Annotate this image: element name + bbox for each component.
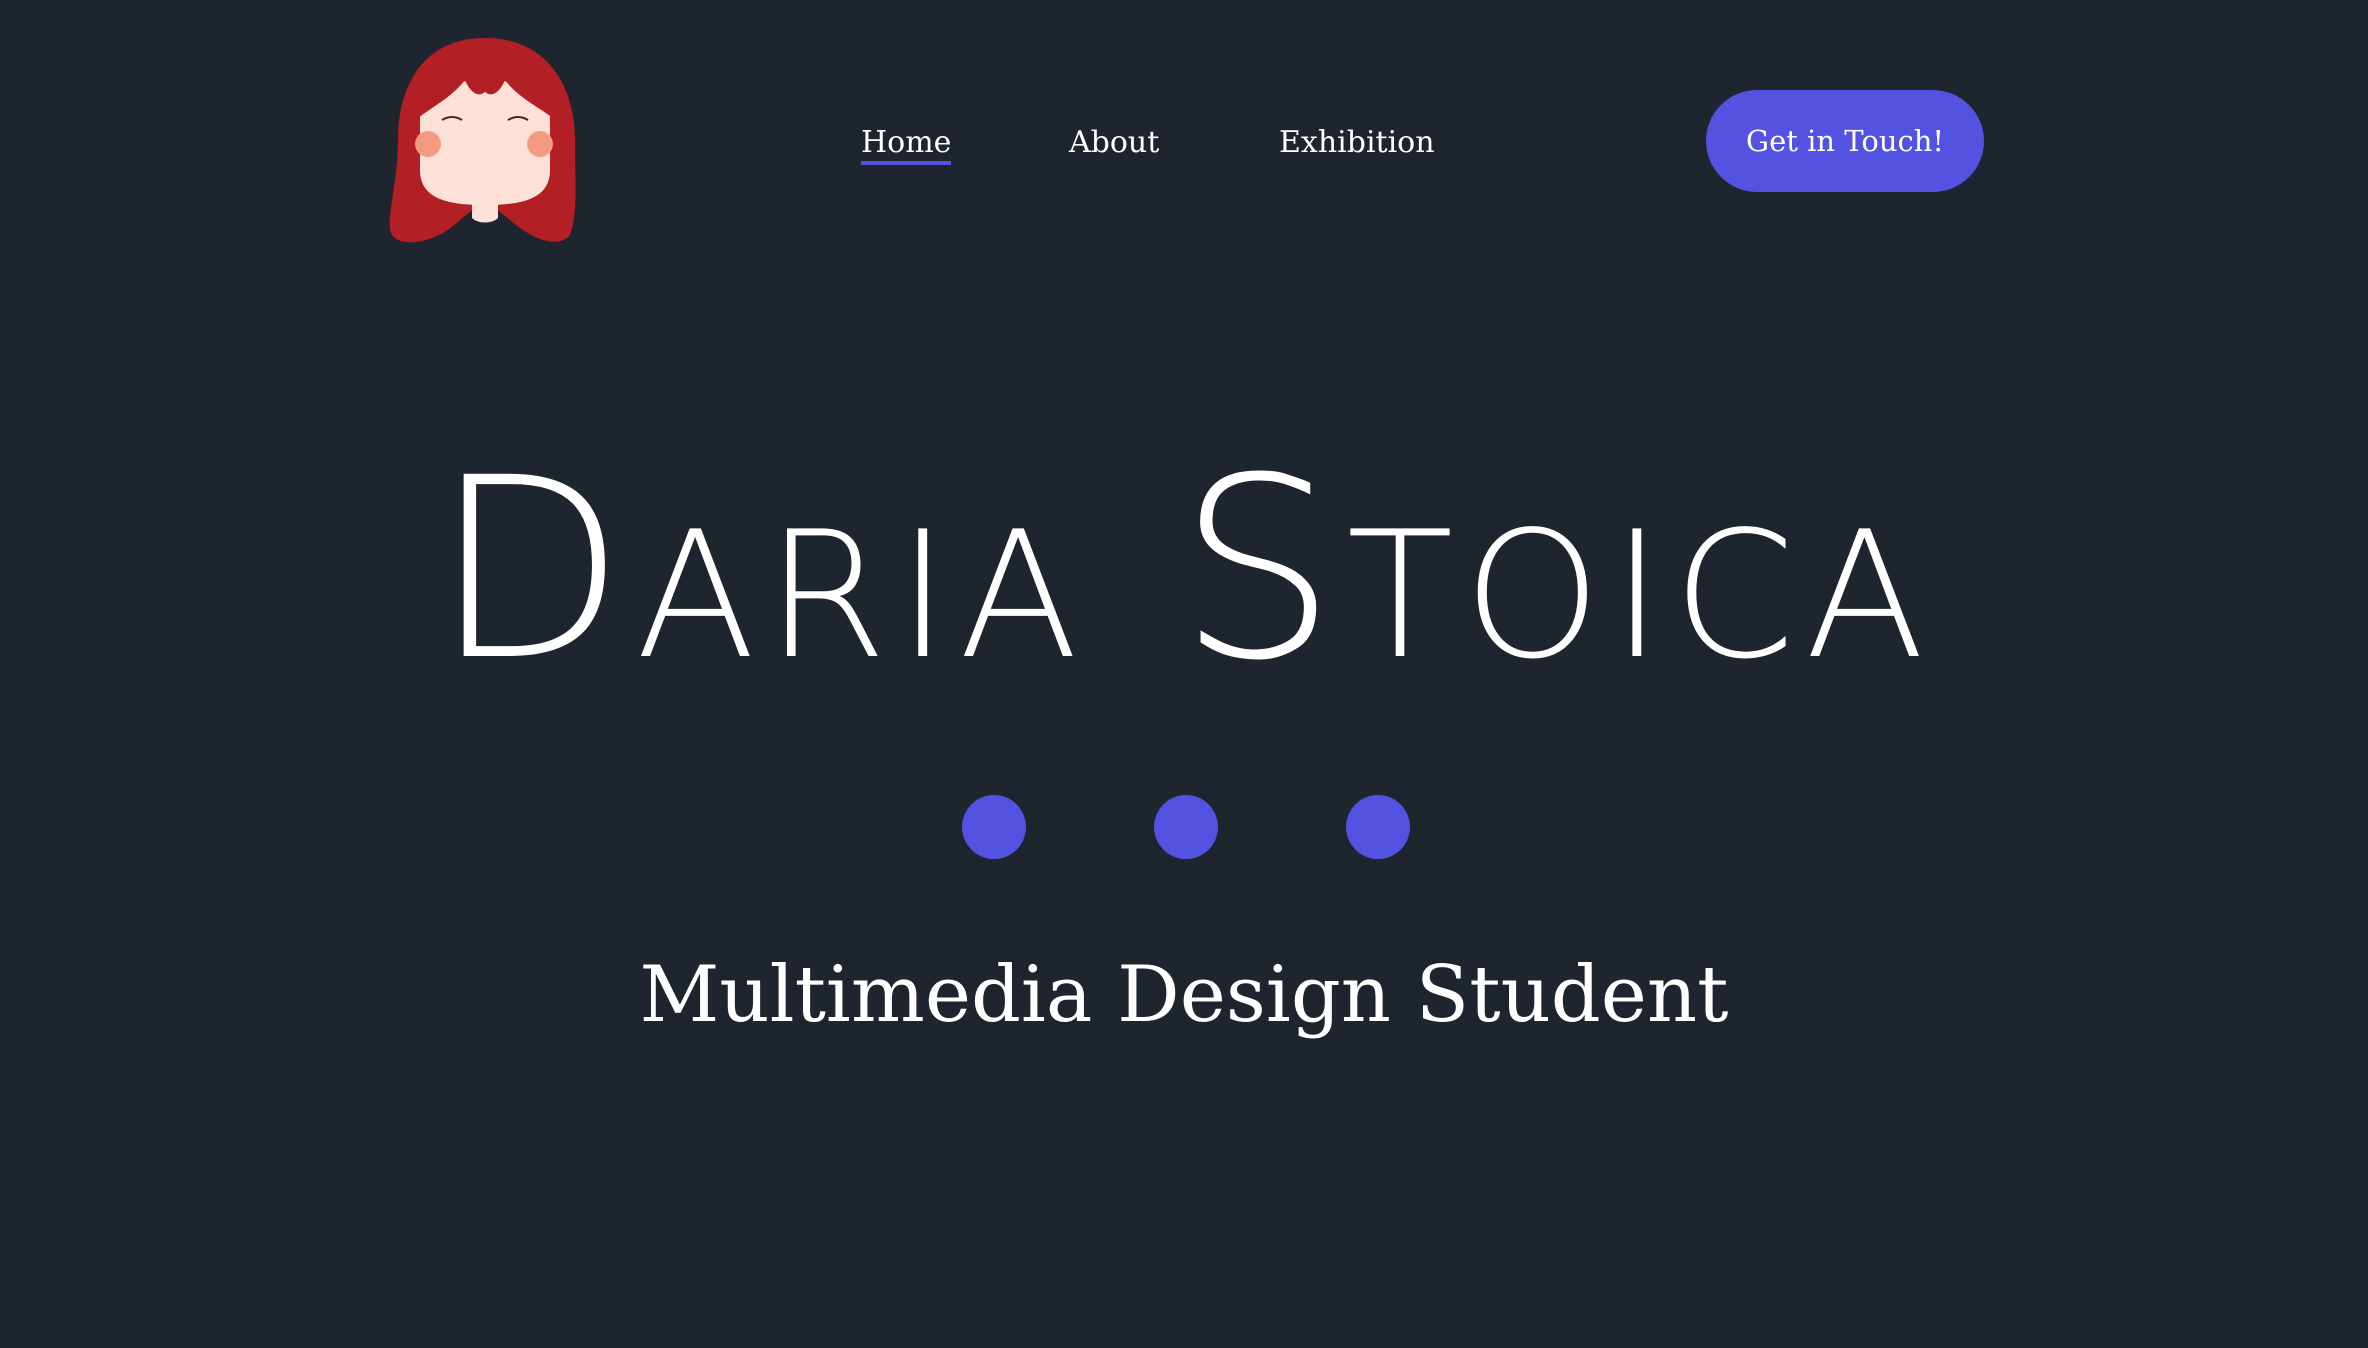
- red-haired-girl-avatar-icon: [389, 38, 576, 243]
- hero-subtitle: Multimedia Design Student: [639, 950, 1729, 1040]
- dot-icon: [962, 795, 1026, 859]
- hero-title: Daria Stoica: [433, 424, 1935, 715]
- dot-icon: [1346, 795, 1410, 859]
- site-header: Home About Exhibition Get in Touch!: [0, 0, 2368, 270]
- dot-icon: [1154, 795, 1218, 859]
- decorative-dots: [0, 795, 2368, 861]
- nav-link-exhibition[interactable]: Exhibition: [1279, 118, 1435, 168]
- nav-link-home[interactable]: Home: [861, 118, 952, 168]
- get-in-touch-button[interactable]: Get in Touch!: [1706, 90, 1984, 192]
- nav-link-about[interactable]: About: [1069, 118, 1159, 168]
- avatar-logo-icon[interactable]: [380, 30, 590, 250]
